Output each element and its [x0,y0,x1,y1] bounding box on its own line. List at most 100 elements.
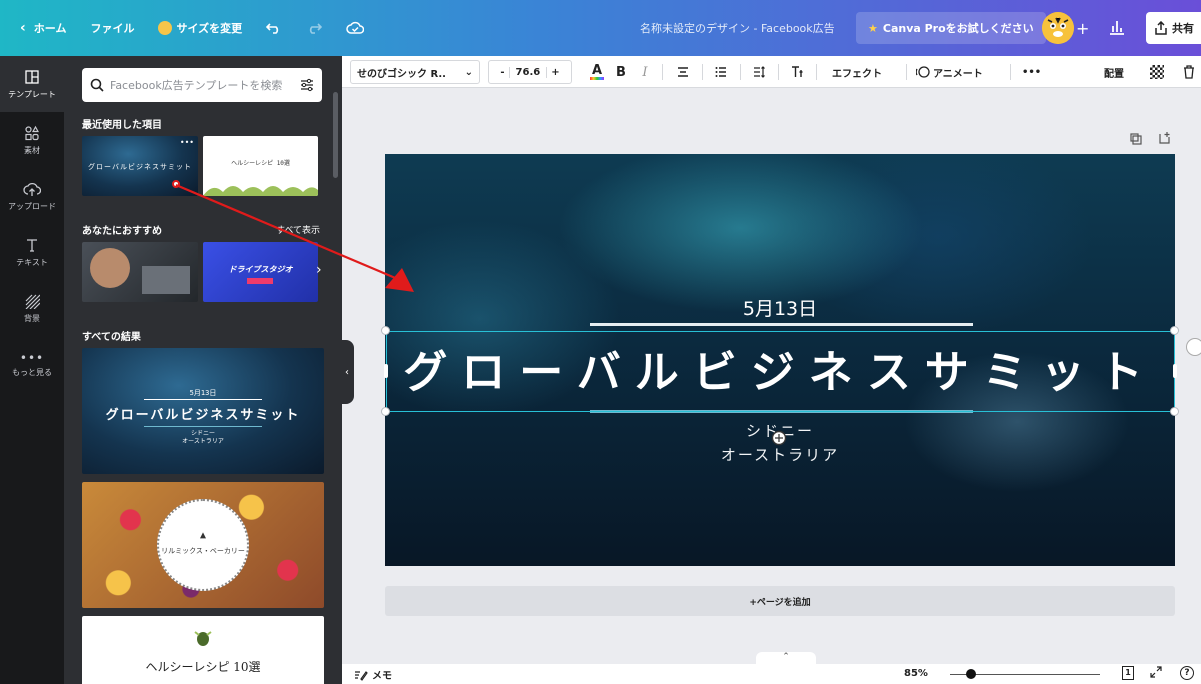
font-size-increase[interactable]: + [547,67,563,78]
bold-button[interactable]: B [612,56,630,88]
background-pattern-icon [25,294,40,309]
design-date-text[interactable]: 5月13日 [385,294,1175,321]
chevron-left-icon: ‹ [345,366,349,378]
resize-handle-left[interactable] [384,364,388,378]
font-size-stepper[interactable]: - 76.6 + [488,60,572,84]
spacing-button[interactable] [750,56,768,88]
expand-pages-button[interactable]: ⌃ [756,652,816,664]
chevron-right-icon[interactable]: › [316,262,322,278]
recommended-template-drive[interactable]: ドライブスタジオ [203,242,318,302]
bar-chart-icon [1110,21,1124,35]
comment-icon[interactable] [1186,338,1201,356]
rail-text[interactable]: テキスト [0,224,64,280]
resize-handle-right[interactable] [1173,364,1177,378]
redo-button[interactable] [294,0,334,56]
document-title[interactable]: 名称未設定のデザイン - Facebook広告 [640,0,835,56]
font-size-input[interactable]: 76.6 [508,66,548,78]
transparency-checker-icon [1150,65,1164,79]
result-template-bakery[interactable]: ▲ リルミックス・ベーカリー [82,482,324,608]
cupcake-icon: ▲ [199,530,207,541]
add-page-button[interactable]: +ページを追加 [385,586,1175,616]
resize-handle-top-left[interactable] [381,326,390,335]
rail-elements[interactable]: 素材 [0,112,64,168]
notes-button[interactable]: メモ [354,667,392,682]
design-line-top[interactable] [590,323,973,326]
top-bar: ‹ ホーム ファイル サイズを変更 名称未設定のデザイン - Facebook広… [0,0,1201,56]
bullet-list-icon [715,67,726,77]
fullscreen-button[interactable] [1150,666,1162,681]
more-dots-icon[interactable]: ••• [180,138,194,147]
home-button[interactable]: ‹ ホーム [0,0,78,56]
resize-handle-bottom-right[interactable] [1170,407,1179,416]
divider [144,399,262,400]
zoom-slider-thumb[interactable] [966,669,976,679]
divider [702,64,703,80]
star-icon: ★ [868,21,878,35]
result-template-recipe[interactable]: ヘルシーレシピ 10選 [82,616,324,684]
crown-icon [158,21,173,35]
recommended-template-photo[interactable] [82,242,198,302]
text-transform-button[interactable] [788,56,808,88]
rail-templates[interactable]: テンプレート [0,56,64,112]
file-menu-button[interactable]: ファイル [78,0,146,56]
rail-more[interactable]: ••• もっと見る [0,336,64,392]
lemon-leaf-icon [194,631,212,646]
drive-badge [247,278,273,284]
font-size-decrease[interactable]: - [496,67,508,78]
undo-button[interactable] [254,0,294,56]
cloud-save-button[interactable] [334,0,376,56]
avatar[interactable] [1042,12,1074,44]
resize-handle-bottom-left[interactable] [381,407,390,416]
divider [144,426,262,427]
recent-template-recipe[interactable]: ヘルシーレシピ 10選 [203,136,318,196]
all-results-heading: すべての結果 [82,332,141,343]
share-button[interactable]: 共有 [1146,12,1201,44]
recent-template-summit[interactable]: グローバルビジネスサミット ••• [82,136,198,196]
collapse-panel-button[interactable]: ‹ [340,340,354,404]
italic-button[interactable]: I [636,56,654,88]
leaf-pattern-icon [203,186,318,196]
line-spacing-icon [754,66,765,78]
help-icon[interactable]: ? [1180,666,1194,680]
share-upload-icon [1155,21,1167,35]
selection-box[interactable] [386,331,1175,412]
cloud-upload-icon [23,182,41,196]
trash-icon [1184,65,1194,79]
filter-sliders-icon[interactable] [300,78,314,92]
canva-pro-button[interactable]: ★ Canva Proをお試しください [856,12,1046,44]
transparency-button[interactable] [1148,56,1166,88]
position-button[interactable]: 配置 [1104,56,1124,88]
duplicate-page-button[interactable] [1130,130,1142,149]
resize-handle-top-right[interactable] [1170,326,1179,335]
add-member-button[interactable]: + [1076,0,1089,56]
align-button[interactable] [674,56,692,88]
insights-button[interactable] [1108,16,1126,39]
design-country-text[interactable]: オーストラリア [385,444,1175,465]
animate-button[interactable]: アニメート [916,56,983,88]
text-color-button[interactable]: A [586,56,608,88]
divider [740,64,741,80]
rail-uploads[interactable]: アップロード [0,168,64,224]
search-input[interactable]: Facebook広告テンプレートを検索 [110,77,300,93]
move-handle-icon[interactable] [771,430,787,446]
effects-button[interactable]: エフェクト [832,56,882,88]
font-family-dropdown[interactable]: せのびゴシック R.. ⌄ [350,60,480,84]
zoom-level[interactable]: 85% [904,668,928,679]
delete-button[interactable] [1180,56,1198,88]
notes-pencil-icon [355,670,368,681]
see-all-link[interactable]: すべて表示 [276,223,320,236]
list-button[interactable] [712,56,730,88]
cloud-check-icon [346,21,365,34]
car-photo-icon [142,266,190,294]
template-search[interactable]: Facebook広告テンプレートを検索 [82,68,322,102]
resize-button[interactable]: サイズを変更 [146,0,254,56]
add-page-above-button[interactable] [1158,129,1171,148]
rail-background[interactable]: 背景 [0,280,64,336]
undo-icon [266,23,279,34]
panel-scrollbar[interactable] [333,92,338,178]
more-options-button[interactable]: ••• [1022,56,1041,88]
divider [1010,64,1011,80]
text-color-a-icon: A [591,62,603,78]
page-count-button[interactable]: 1 [1122,666,1134,680]
result-template-summit[interactable]: 5月13日 グローバルビジネスサミット シドニー オーストラリア [82,348,324,474]
